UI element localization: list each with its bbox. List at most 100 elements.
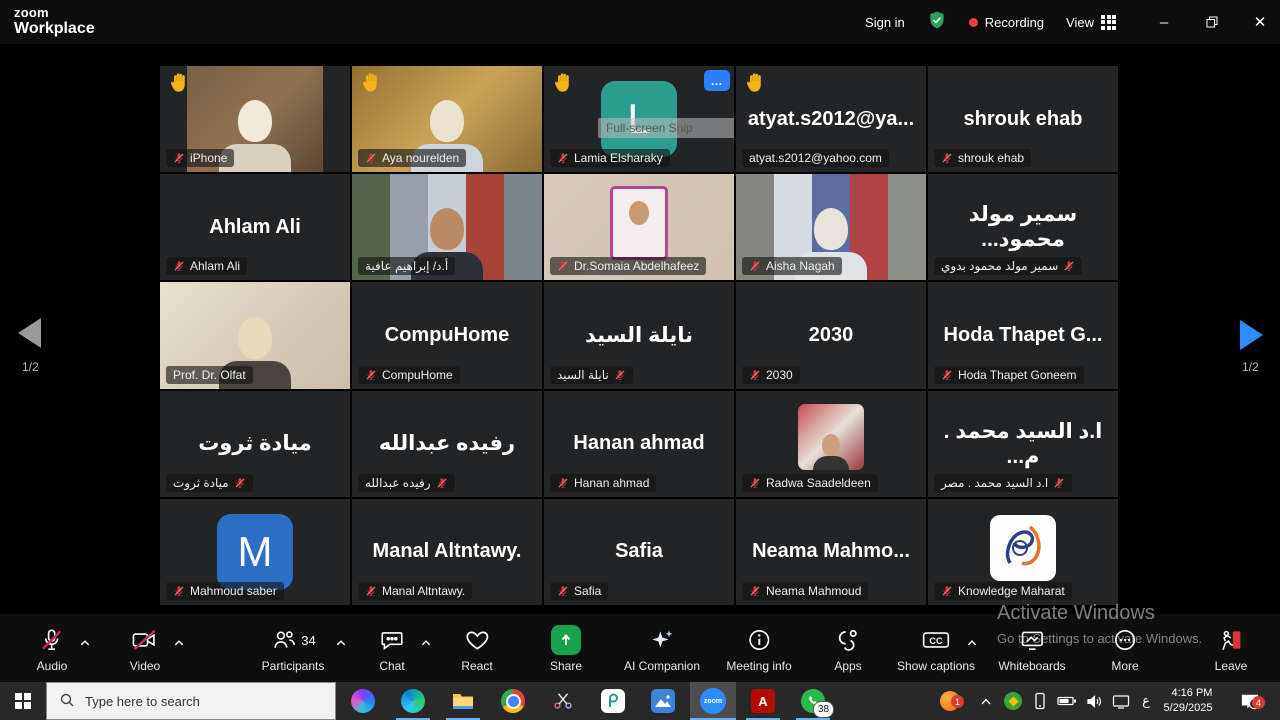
taskbar-acrobat-button[interactable]: A (740, 682, 786, 720)
muted-mic-icon (557, 260, 569, 272)
toolbar-share-button[interactable]: Share (550, 625, 582, 673)
taskbar-snipping-tool-button[interactable] (540, 682, 586, 720)
participant-tile-prof-olfat[interactable]: Prof. Dr. Olfat (160, 282, 350, 388)
svg-text:CC: CC (929, 636, 943, 646)
toolbar-leave-button[interactable]: Leave (1215, 625, 1248, 673)
participant-label-text: نايلة السيد (557, 368, 609, 382)
toolbar-apps-button[interactable]: Apps (834, 625, 861, 673)
participant-tile-ibrahim-afia[interactable]: أ.د/ إبراهيم عافية (352, 174, 542, 280)
participant-tile-samir-mawlid[interactable]: سمير مولد محمود...سمير مولد محمود بدوي (928, 174, 1118, 280)
participant-label: Ahlam Ali (166, 257, 247, 275)
photo-card (610, 186, 668, 260)
toolbar-chat-caret[interactable] (421, 634, 432, 652)
start-button[interactable] (0, 682, 46, 720)
toolbar-whiteboards-button[interactable]: Whiteboards (998, 625, 1065, 673)
participant-label-text: iPhone (190, 151, 227, 165)
participant-tile-aya-nourelden[interactable]: Aya nourelden (352, 66, 542, 172)
toolbar-video-caret[interactable] (174, 634, 185, 652)
recording-label: Recording (985, 15, 1044, 30)
muted-mic-icon (941, 369, 953, 381)
restore-button[interactable] (1202, 12, 1222, 32)
taskbar-search-input[interactable]: Type here to search (46, 682, 336, 720)
display-icon (1112, 694, 1130, 709)
toolbar-ai-companion-button[interactable]: AI Companion (624, 625, 700, 673)
participant-tile-mayada-tharwat[interactable]: ميادة ثروتميادة ثروت (160, 391, 350, 497)
taskbar-chrome-button[interactable] (490, 682, 536, 720)
toolbar-audio-caret[interactable] (80, 634, 91, 652)
participant-tile-elsayed-mohamed[interactable]: ا.د السيد محمد . م...ا.د السيد محمد . مص… (928, 391, 1118, 497)
taskbar-copilot-button[interactable] (340, 682, 386, 720)
participant-tile-atyat[interactable]: atyat.s2012@ya...atyat.s2012@yahoo.com (736, 66, 926, 172)
photo-avatar (798, 404, 864, 470)
taskbar-whatsapp-button[interactable]: 38 (790, 682, 836, 720)
view-button[interactable]: View (1066, 15, 1116, 30)
tray-notification-orange[interactable]: 1 (934, 682, 966, 720)
participant-tile-neama-mahmoud[interactable]: Neama Mahmo...Neama Mahmoud (736, 499, 926, 605)
padlet-icon (601, 689, 625, 713)
participant-tile-naila-elsayed[interactable]: نايلة السيدنايلة السيد (544, 282, 734, 388)
logo-zoom-text: zoom (14, 6, 95, 19)
next-page-arrow[interactable] (1240, 320, 1263, 350)
participant-label: Radwa Saadeldeen (742, 474, 878, 492)
photo-card-face (629, 201, 649, 225)
taskbar-edge-button[interactable] (390, 682, 436, 720)
security-shield-icon[interactable] (927, 10, 947, 35)
taskbar-file-explorer-button[interactable] (440, 682, 486, 720)
toolbar-show-captions-button[interactable]: CC Show captions (897, 625, 975, 673)
chevron-up-icon (980, 697, 992, 706)
muted-mic-icon (365, 369, 377, 381)
toolbar-participants-button[interactable]: 34Participants (262, 625, 325, 673)
previous-page-arrow[interactable] (18, 318, 41, 348)
tray-clock[interactable]: 4:16 PM5/29/2025 (1164, 686, 1213, 716)
participant-tile-rafida-abdallah[interactable]: رفيده عبداللهرفيده عبدالله (352, 391, 542, 497)
tray-clock[interactable]: 4:16 PM5/29/2025 (1150, 682, 1226, 720)
toolbar-meeting-info-button[interactable]: Meeting info (726, 625, 791, 673)
participant-tile-iphone[interactable]: iPhone (160, 66, 350, 172)
participant-tile-compuhome[interactable]: CompuHomeCompuHome (352, 282, 542, 388)
participant-tile-hoda-thapet[interactable]: Hoda Thapet G...Hoda Thapet Goneem (928, 282, 1118, 388)
muted-mic-icon (173, 152, 185, 164)
participant-tile-aisha-nagah[interactable]: Aisha Nagah (736, 174, 926, 280)
taskbar-padlet-button[interactable] (590, 682, 636, 720)
toolbar-show-captions-caret[interactable] (967, 634, 978, 652)
participant-label: Knowledge Maharat (934, 582, 1072, 600)
taskbar-photos-button[interactable] (640, 682, 686, 720)
participant-tile-2030[interactable]: 20302030 (736, 282, 926, 388)
participant-label-text: سمير مولد محمود بدوي (941, 259, 1058, 273)
participant-label-text: atyat.s2012@yahoo.com (749, 151, 882, 165)
participant-tile-somaia-abdelhafeez[interactable]: Dr.Somaia Abdelhafeez (544, 174, 734, 280)
toolbar-video-button[interactable]: Video (130, 625, 160, 673)
participant-tile-safia[interactable]: SafiaSafia (544, 499, 734, 605)
close-button[interactable]: ✕ (1250, 12, 1270, 32)
participant-tile-lamia-elsharaky[interactable]: L…Full-screen SnipLamia Elsharaky (544, 66, 734, 172)
participant-tile-mahmoud-saber[interactable]: MMahmoud saber (160, 499, 350, 605)
participant-label-text: Lamia Elsharaky (574, 151, 663, 165)
participant-tile-radwa-saadeldeen[interactable]: Radwa Saadeldeen (736, 391, 926, 497)
toolbar-show-captions-label: Show captions (897, 659, 975, 673)
muted-mic-icon (436, 477, 448, 489)
toolbar-share-label: Share (550, 659, 582, 673)
toolbar-more-button[interactable]: More (1111, 625, 1139, 673)
participant-tile-ahlam-ali[interactable]: Ahlam AliAhlam Ali (160, 174, 350, 280)
toolbar-participants-caret[interactable] (336, 634, 347, 652)
minimize-button[interactable]: – (1154, 12, 1174, 32)
participant-tile-hanan-ahmad[interactable]: Hanan ahmadHanan ahmad (544, 391, 734, 497)
titlebar: zoom Workplace Sign in Recording View – … (0, 0, 1280, 44)
muted-mic-icon (234, 477, 246, 489)
raised-hand-icon (551, 71, 575, 95)
participant-tile-shrouk-ehab[interactable]: shrouk ehabshrouk ehab (928, 66, 1118, 172)
chat-icon (379, 625, 406, 655)
participants-icon: 34 (270, 625, 315, 655)
participant-tile-manal-altntawy[interactable]: Manal Altntawy.Manal Altntawy. (352, 499, 542, 605)
tile-options-button[interactable]: … (704, 70, 730, 91)
toolbar-audio-button[interactable]: Audio (37, 625, 68, 673)
toolbar-chat-button[interactable]: Chat (379, 625, 406, 673)
sign-in-button[interactable]: Sign in (865, 15, 905, 30)
participant-label-text: Knowledge Maharat (958, 584, 1065, 598)
taskbar-zoom-button[interactable]: zoom (690, 682, 736, 720)
view-label: View (1066, 15, 1094, 30)
tray-action-center[interactable]: 44 (1234, 682, 1266, 720)
toolbar-react-button[interactable]: React (461, 625, 492, 673)
participant-label-text: Radwa Saadeldeen (766, 476, 871, 490)
participant-tile-knowledge-maharat[interactable]: Knowledge Maharat (928, 499, 1118, 605)
